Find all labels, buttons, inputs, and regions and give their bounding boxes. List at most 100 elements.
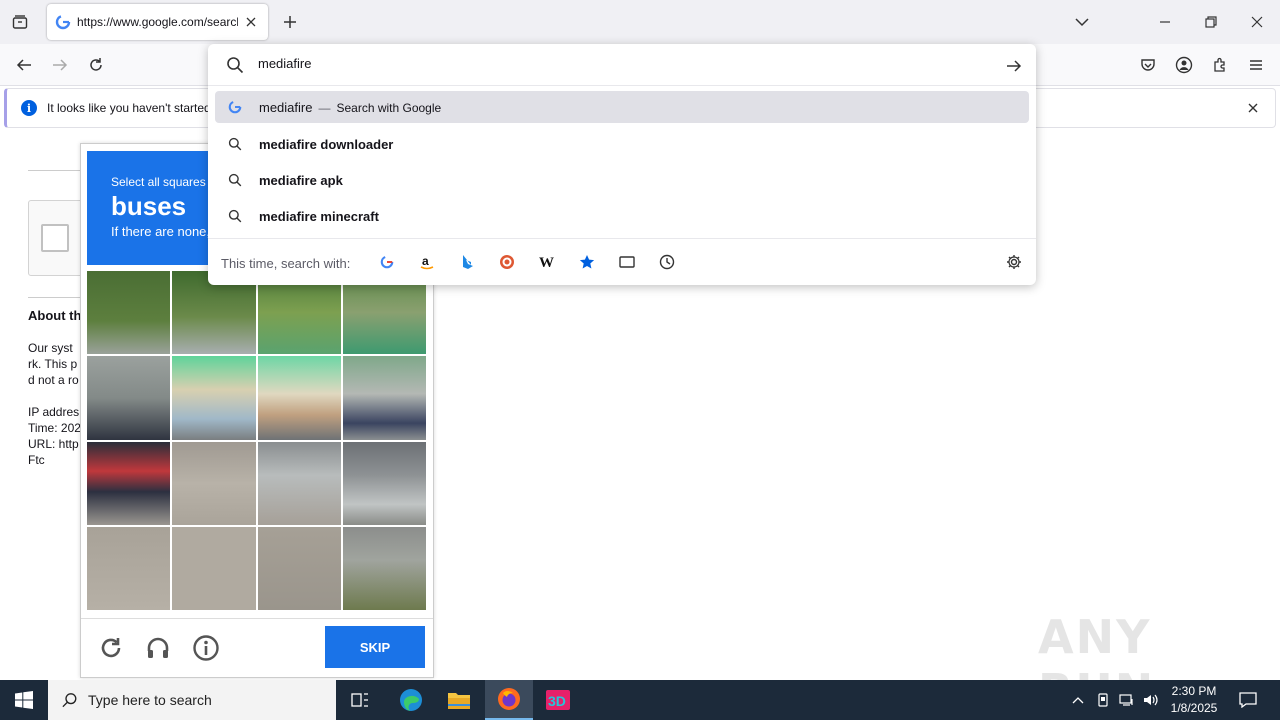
- browser-tab[interactable]: https://www.google.com/search?q=mediafir…: [47, 4, 268, 40]
- captcha-tile[interactable]: [87, 271, 171, 355]
- menu-icon[interactable]: [1243, 52, 1269, 78]
- gear-icon[interactable]: [1004, 252, 1024, 272]
- paragraph-line: Our syst: [28, 341, 73, 355]
- search-engine-bar: This time, search with: a W: [208, 238, 1036, 285]
- reload-challenge-icon[interactable]: [95, 632, 127, 664]
- edge-icon[interactable]: [387, 680, 435, 720]
- audio-challenge-icon[interactable]: [142, 632, 174, 664]
- urlbar: [208, 44, 1036, 86]
- back-icon[interactable]: [11, 52, 37, 78]
- taskbar-search-placeholder: Type here to search: [88, 692, 212, 708]
- extensions-icon[interactable]: [1207, 52, 1233, 78]
- close-window-icon[interactable]: [1243, 8, 1271, 36]
- new-tab-icon[interactable]: [280, 12, 300, 32]
- action-center-icon[interactable]: [1232, 680, 1264, 720]
- close-tab-icon[interactable]: [242, 13, 260, 31]
- svg-text:W: W: [539, 255, 554, 269]
- svg-text:a: a: [422, 254, 429, 268]
- forward-icon[interactable]: [47, 52, 73, 78]
- divider: [81, 618, 433, 619]
- reload-icon[interactable]: [83, 52, 109, 78]
- google-icon: [227, 99, 243, 115]
- go-arrow-icon[interactable]: [1004, 56, 1024, 76]
- suggestion-term: mediafire minecraft: [259, 208, 379, 224]
- info-icon: i: [21, 100, 37, 116]
- paragraph-line: rk. This p: [28, 357, 78, 371]
- engines-label: This time, search with:: [221, 256, 351, 271]
- captcha-tile[interactable]: [257, 526, 341, 610]
- suggestion-hint: Search with Google: [336, 100, 442, 115]
- url-input[interactable]: [258, 56, 958, 71]
- tabs-icon[interactable]: [616, 251, 638, 273]
- tab-strip: https://www.google.com/search?q=mediafir…: [0, 0, 1280, 44]
- captcha-tile[interactable]: [87, 526, 171, 610]
- suggestion-item[interactable]: mediafire downloader: [215, 128, 1029, 160]
- minimize-icon[interactable]: [1151, 8, 1179, 36]
- info-icon[interactable]: [190, 632, 222, 664]
- divider: [28, 297, 88, 298]
- urlbar-dropdown: mediafire — Search with Google mediafire d…: [208, 44, 1036, 285]
- detail-time: Time: 202: [28, 421, 81, 435]
- divider: [28, 170, 88, 171]
- suggestion-separator: —: [318, 100, 331, 115]
- amazon-engine-icon[interactable]: a: [416, 251, 438, 273]
- bookmarks-star-icon[interactable]: [576, 251, 598, 273]
- suggestion-term: mediafire: [259, 99, 313, 115]
- chevron-down-icon[interactable]: [1072, 12, 1092, 32]
- google-engine-icon[interactable]: [376, 251, 398, 273]
- account-icon[interactable]: [1171, 52, 1197, 78]
- close-notification-icon[interactable]: [1245, 100, 1261, 116]
- captcha-tile[interactable]: [342, 526, 426, 610]
- wikipedia-engine-icon[interactable]: W: [536, 251, 558, 273]
- file-explorer-icon[interactable]: [435, 680, 483, 720]
- search-icon: [227, 136, 243, 152]
- duckduckgo-engine-icon[interactable]: [496, 251, 518, 273]
- suggestion-item[interactable]: mediafire — Search with Google: [215, 91, 1029, 123]
- captcha-tile[interactable]: [172, 526, 256, 610]
- search-icon: [227, 172, 243, 188]
- captcha-tile[interactable]: [342, 441, 426, 525]
- suggestion-item[interactable]: mediafire apk: [215, 164, 1029, 196]
- pocket-icon[interactable]: [1135, 52, 1161, 78]
- tab-title: https://www.google.com/search?q=mediafir…: [77, 15, 238, 29]
- volume-icon[interactable]: [1141, 680, 1161, 720]
- captcha-tile[interactable]: [172, 356, 256, 440]
- system-clock[interactable]: 2:30 PM 1/8/2025: [1166, 683, 1222, 717]
- svg-text:3D: 3D: [548, 693, 566, 709]
- taskbar-search[interactable]: Type here to search: [48, 680, 336, 720]
- suggestion-item[interactable]: mediafire minecraft: [215, 200, 1029, 232]
- detail-extra: Ftc: [28, 453, 45, 467]
- taskbar: Type here to search 3D 2:30 PM 1/8/2025: [0, 680, 1280, 720]
- skip-button[interactable]: SKIP: [325, 626, 425, 668]
- recaptcha-checkbox[interactable]: [41, 224, 69, 252]
- clock-date: 1/8/2025: [1170, 701, 1218, 715]
- chevron-up-icon[interactable]: [1068, 680, 1088, 720]
- search-icon: [62, 693, 77, 708]
- paragraph-line: d not a ro: [28, 373, 79, 387]
- tab-list-icon[interactable]: [8, 10, 32, 34]
- detail-ip: IP addres: [28, 405, 80, 419]
- captcha-tile[interactable]: [87, 356, 171, 440]
- suggestion-term: mediafire downloader: [259, 136, 394, 152]
- notification-text: It looks like you haven't started: [47, 101, 211, 115]
- firefox-icon[interactable]: [485, 680, 533, 720]
- captcha-tile[interactable]: [342, 356, 426, 440]
- network-icon[interactable]: [1117, 680, 1137, 720]
- paint-3d-icon[interactable]: 3D: [534, 680, 582, 720]
- captcha-tile[interactable]: [172, 441, 256, 525]
- history-clock-icon[interactable]: [656, 251, 678, 273]
- recaptcha-widget: [28, 200, 88, 276]
- suggestion-term: mediafire apk: [259, 172, 343, 188]
- clock-time: 2:30 PM: [1171, 684, 1217, 698]
- captcha-tile[interactable]: [257, 356, 341, 440]
- captcha-image-grid: [87, 271, 426, 610]
- captcha-tile[interactable]: [257, 441, 341, 525]
- usb-device-icon[interactable]: [1094, 680, 1112, 720]
- windows-start-icon[interactable]: [0, 680, 48, 720]
- bing-engine-icon[interactable]: [456, 251, 478, 273]
- search-icon: [227, 57, 244, 74]
- restore-icon[interactable]: [1197, 8, 1225, 36]
- task-view-icon[interactable]: [336, 680, 384, 720]
- detail-url: URL: http: [28, 437, 79, 451]
- captcha-tile[interactable]: [87, 441, 171, 525]
